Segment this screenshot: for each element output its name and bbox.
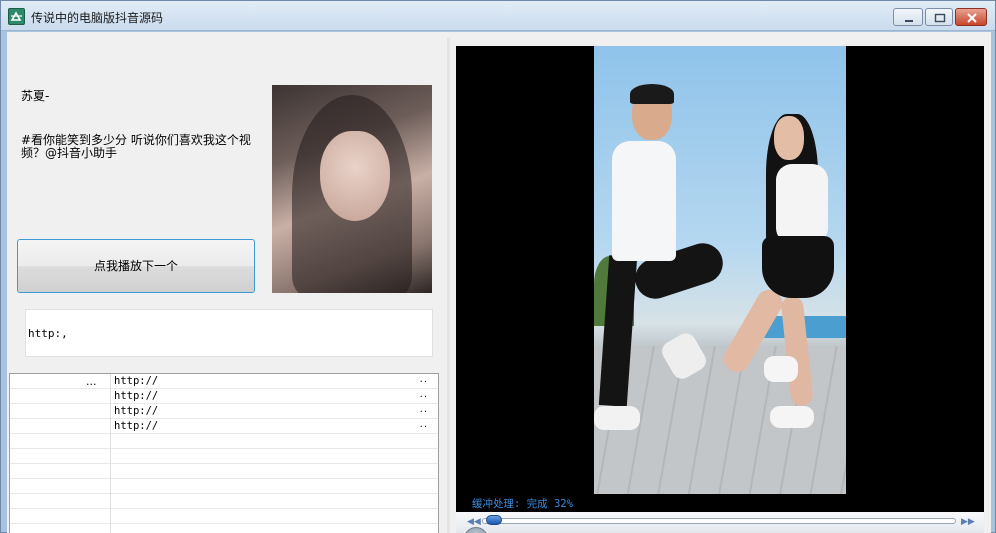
rewind-icon[interactable]: ◀◀ [467,517,481,527]
buffer-status: 缓冲处理: 完成 32% [472,498,573,510]
video-player[interactable]: 缓冲处理: 完成 32% ◀◀ ▶▶ [456,46,984,533]
list-row[interactable]: http:// .. [10,419,438,434]
window-title: 传说中的电脑版抖音源码 [31,11,164,25]
list-cell-ellipsis: .. [419,419,428,430]
client-area: 苏夏- #看你能笑到多少分 听说你们喜欢我这个视频？@抖音小助手 点我播放下一个… [7,32,991,533]
list-row-empty [10,494,438,509]
list-cell-ellipsis: .. [419,389,428,400]
list-row-empty [10,524,438,533]
play-pause-button[interactable] [464,527,488,533]
list-cell-name [12,404,108,419]
player-controls: ◀◀ ▶▶ [456,512,984,533]
play-next-button[interactable]: 点我播放下一个 [17,239,255,293]
list-row-empty [10,449,438,464]
fast-forward-icon[interactable]: ▶▶ [961,517,975,527]
video-description: #看你能笑到多少分 听说你们喜欢我这个视频？@抖音小助手 [21,133,251,160]
video-url-field[interactable]: http:, [25,309,433,357]
video-url-text: http:, [28,327,68,340]
close-icon [967,13,977,23]
list-cell-name [12,389,108,404]
minimize-icon [905,20,913,22]
maximize-button[interactable] [925,8,953,26]
list-row-empty [10,509,438,524]
list-cell-ellipsis: .. [419,374,428,385]
pane-splitter[interactable] [447,38,450,533]
list-cell-name [12,419,108,434]
title-bar[interactable]: 传说中的电脑版抖音源码 [1,1,995,31]
close-button[interactable] [955,8,987,26]
list-cell-ellipsis: .. [419,404,428,415]
list-row-empty [10,464,438,479]
minimize-button[interactable] [893,8,923,26]
list-row[interactable]: http:// .. [10,404,438,419]
list-row[interactable]: ... http:// .. [10,374,438,389]
list-cell-name-ellipsis: ... [86,375,97,388]
list-cell-url: http:// [114,375,159,387]
list-row[interactable]: http:// .. [10,389,438,404]
author-avatar [272,85,432,293]
list-row-empty [10,434,438,449]
video-frame[interactable] [594,46,846,494]
list-cell-url: http:// [114,390,159,402]
list-row-empty [10,479,438,494]
seek-bar[interactable] [482,518,956,524]
video-list[interactable]: ... http:// .. http:// .. http:// .. htt… [9,373,439,533]
list-cell-url: http:// [114,405,159,417]
list-cell-url: http:// [114,420,159,432]
app-logo-icon [8,8,25,25]
maximize-icon [934,13,946,23]
app-window: 传说中的电脑版抖音源码 苏夏- #看你能笑到多少分 听说你们喜欢我这个视频？@抖… [0,0,996,533]
seek-thumb[interactable] [486,515,502,525]
author-name: 苏夏- [21,89,50,103]
list-cell-name: ... [12,374,108,389]
